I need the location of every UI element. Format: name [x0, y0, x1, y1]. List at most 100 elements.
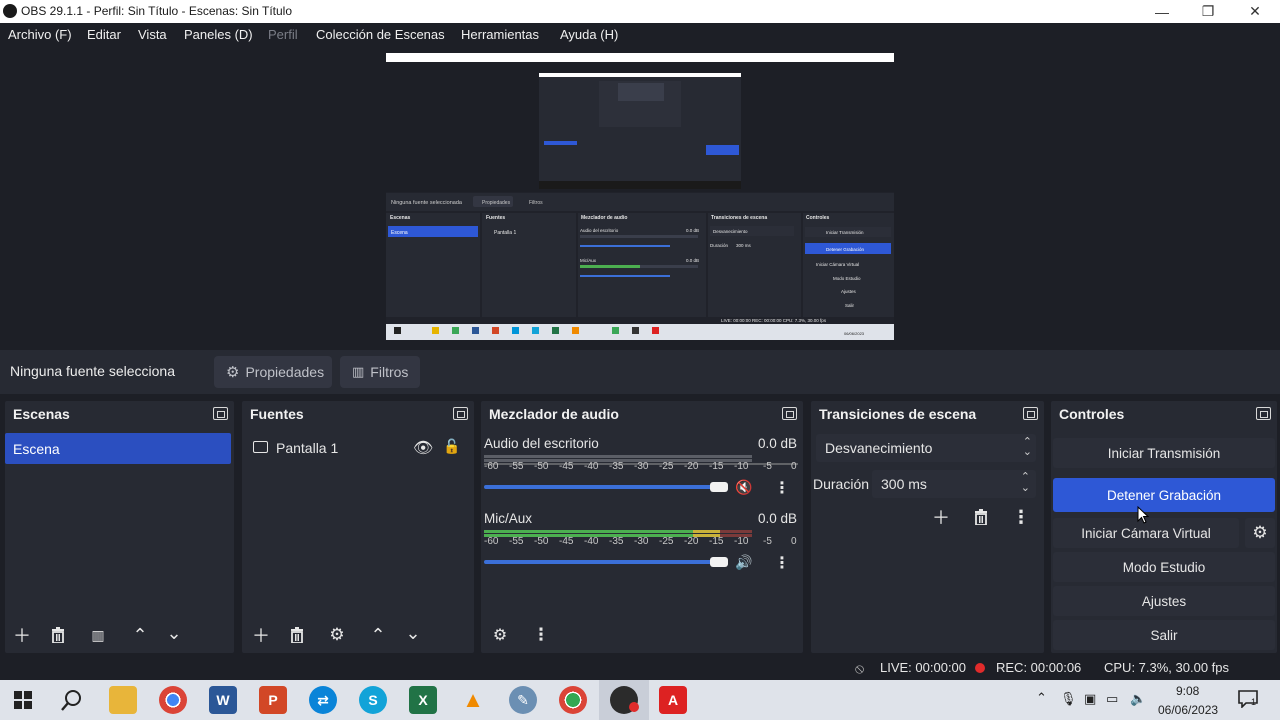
close-button[interactable]: ✕ — [1232, 0, 1278, 23]
scene-item[interactable]: Escena — [5, 433, 231, 464]
db-tick: -5 — [763, 536, 772, 547]
sources-dock: Fuentes Pantalla 1 👁 🔓 — [242, 401, 474, 653]
menu-archivo[interactable]: Archivo (F) — [8, 27, 72, 42]
db-tick: -20 — [684, 536, 699, 547]
speaker-icon[interactable]: 🔊 — [735, 554, 752, 571]
scenes-dock-header: Escenas — [5, 401, 234, 427]
source-item[interactable]: Pantalla 1 👁 🔓 — [242, 433, 474, 463]
windows-start-icon[interactable] — [14, 691, 32, 709]
search-icon[interactable] — [61, 689, 83, 711]
eye-icon[interactable]: 👁 — [413, 438, 433, 458]
db-scale-labels: -60 -55 -50 -45 -40 -35 -30 -25 -20 -15 … — [484, 461, 800, 475]
exit-button[interactable]: Salir — [1053, 620, 1275, 650]
preview-ctl-4: Ajustes — [841, 289, 857, 294]
menu-coleccion-escenas[interactable]: Colección de Escenas — [316, 27, 445, 42]
advanced-audio-button[interactable]: ⚙ — [486, 622, 514, 648]
chrome-icon[interactable] — [159, 686, 187, 714]
menu-herramientas[interactable]: Herramientas — [461, 27, 539, 42]
remove-scene-button[interactable] — [44, 622, 72, 648]
gears-icon: ⚙ — [492, 627, 508, 644]
maximize-button[interactable]: ❐ — [1185, 0, 1231, 23]
start-streaming-button[interactable]: Iniciar Transmisión — [1053, 438, 1275, 468]
audio-meter — [484, 455, 752, 458]
menu-perfil[interactable]: Perfil — [268, 27, 298, 42]
float-dock-icon[interactable] — [453, 407, 468, 420]
skype-icon[interactable]: S — [359, 686, 387, 714]
duration-value: 300 ms — [881, 476, 927, 492]
excel-icon[interactable]: X — [409, 686, 437, 714]
chrome-profile-icon[interactable] — [559, 686, 587, 714]
float-dock-icon[interactable] — [213, 407, 228, 420]
volume-slider[interactable] — [484, 485, 716, 489]
filters-label: Filtros — [370, 364, 409, 380]
channel-menu-icon[interactable]: ⋮ — [774, 553, 790, 573]
volume-slider-handle[interactable] — [710, 557, 728, 567]
teamviewer-icon[interactable]: ⇄ — [309, 686, 337, 714]
add-source-button[interactable]: ＋ — [247, 622, 275, 648]
move-scene-up-button[interactable]: ⌃ — [126, 622, 154, 648]
chevron-down-icon: ⌄ — [166, 622, 182, 643]
kebab-menu-icon: ⋮ — [532, 625, 550, 644]
menu-paneles[interactable]: Paneles (D) — [184, 27, 253, 42]
properties-button[interactable]: ⚙ Propiedades — [214, 356, 332, 388]
menu-ayuda[interactable]: Ayuda (H) — [560, 27, 618, 42]
remove-transition-button[interactable] — [967, 504, 995, 530]
stop-recording-button[interactable]: Detener Grabación — [1053, 478, 1275, 512]
program-preview[interactable]: Ninguna fuente seleccionada Propiedades … — [386, 53, 894, 340]
camera-icon[interactable]: ▣ — [1084, 691, 1096, 707]
gear-icon: ⚙ — [1252, 523, 1268, 542]
preview-mixer-ch2: Mic/Aux — [580, 258, 597, 263]
menu-editar[interactable]: Editar — [87, 27, 121, 42]
preview-ctl-2: Iniciar Cámara Virtual — [816, 262, 859, 267]
spin-arrows-icon[interactable]: ⌃ ⌄ — [1021, 472, 1030, 494]
volume-slider-handle[interactable] — [710, 482, 728, 492]
settings-button[interactable]: Ajustes — [1053, 586, 1275, 616]
move-scene-down-button[interactable]: ⌄ — [160, 620, 188, 646]
notifications-icon[interactable]: 1 — [1238, 690, 1258, 709]
add-transition-button[interactable]: ＋ — [927, 504, 955, 530]
transition-select[interactable]: Desvanecimiento ⌃ ⌄ — [816, 434, 1036, 462]
battery-icon[interactable]: ▭ — [1106, 691, 1118, 707]
mixer-dock-header: Mezclador de audio — [481, 401, 803, 427]
add-scene-button[interactable]: ＋ — [8, 622, 36, 648]
preview-ctl-1: Detener Grabación — [826, 247, 865, 252]
volume-icon[interactable]: 🔈 — [1130, 691, 1146, 707]
remove-source-button[interactable] — [283, 622, 311, 648]
minimize-button[interactable]: — — [1139, 0, 1185, 23]
tray-date[interactable]: 06/06/2023 — [1158, 703, 1218, 717]
move-source-down-button[interactable]: ⌄ — [399, 620, 427, 646]
tray-time[interactable]: 9:08 — [1176, 684, 1199, 698]
filters-button[interactable]: ▥ Filtros — [340, 356, 420, 388]
float-dock-icon[interactable] — [1256, 407, 1271, 420]
mixer-channel-db: 0.0 dB — [758, 511, 798, 526]
move-source-up-button[interactable]: ⌃ — [364, 622, 392, 648]
mixer-menu-button[interactable]: ⋮ — [527, 622, 555, 648]
db-tick: -40 — [584, 461, 599, 472]
transition-menu-button[interactable]: ⋮ — [1007, 504, 1035, 530]
obs-taskbar-active[interactable] — [599, 680, 649, 720]
float-dock-icon[interactable] — [1023, 407, 1038, 420]
volume-slider[interactable] — [484, 560, 716, 564]
channel-menu-icon[interactable]: ⋮ — [774, 478, 790, 498]
vlc-icon[interactable]: ▲ — [459, 686, 487, 714]
lock-icon[interactable]: 🔓 — [443, 438, 460, 455]
tray-chevron-icon[interactable]: ⌃ — [1036, 690, 1047, 706]
duration-spinbox[interactable]: 300 ms ⌃ ⌄ — [872, 470, 1036, 498]
studio-mode-button[interactable]: Modo Estudio — [1053, 552, 1275, 582]
source-properties-button[interactable]: ⚙ — [323, 622, 351, 648]
scene-filters-button[interactable]: ▥ — [84, 622, 112, 648]
speaker-muted-icon[interactable]: 🔇 — [735, 479, 752, 496]
virtual-camera-settings-button[interactable]: ⚙ — [1245, 518, 1275, 548]
word-icon[interactable]: W — [209, 686, 237, 714]
float-dock-icon[interactable] — [782, 407, 797, 420]
microphone-icon[interactable]: 🎙 — [1060, 691, 1077, 707]
app-icon[interactable]: ✎ — [509, 686, 537, 714]
window-title: OBS 29.1.1 - Perfil: Sin Título - Escena… — [21, 4, 293, 18]
file-explorer-icon[interactable] — [109, 686, 137, 714]
powerpoint-icon[interactable]: P — [259, 686, 287, 714]
preview-no-source: Ninguna fuente seleccionada — [391, 200, 463, 206]
db-scale-labels: -60 -55 -50 -45 -40 -35 -30 -25 -20 -15 … — [484, 536, 800, 550]
acrobat-icon[interactable]: A — [659, 686, 687, 714]
menu-vista[interactable]: Vista — [138, 27, 167, 42]
status-bar: ⦸ LIVE: 00:00:00 REC: 00:00:06 CPU: 7.3%… — [0, 656, 1280, 680]
